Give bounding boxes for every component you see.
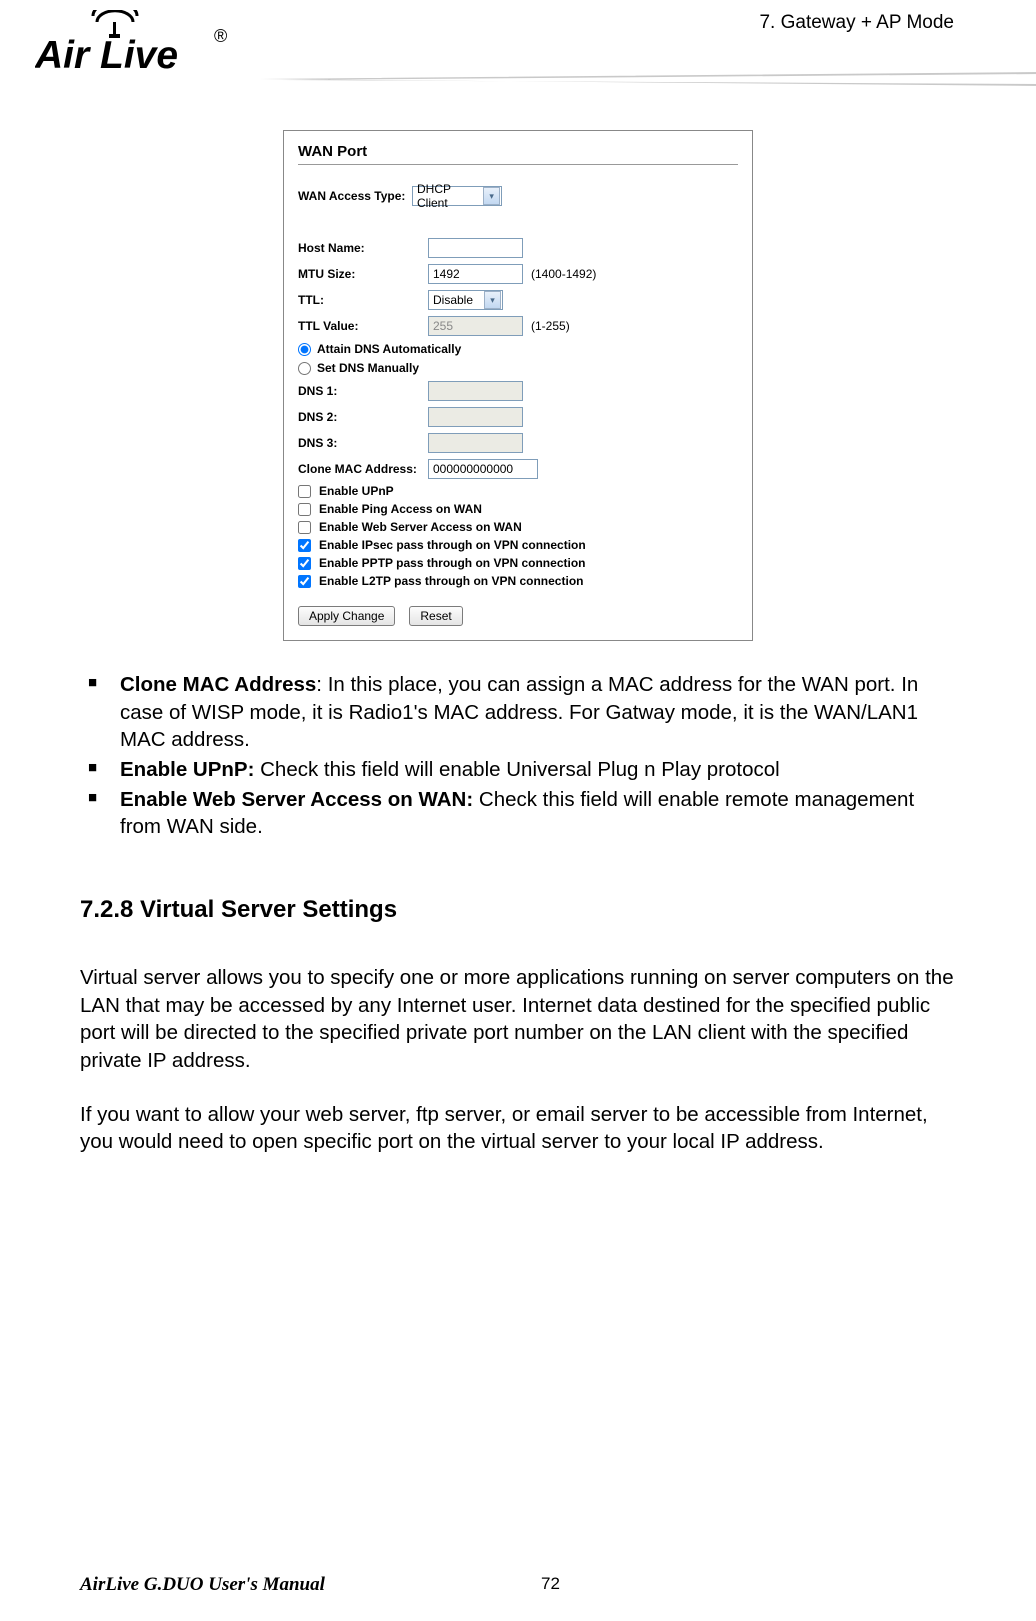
paragraph-1: Virtual server allows you to specify one…	[80, 964, 956, 1075]
reset-button[interactable]: Reset	[409, 606, 462, 626]
apply-change-button[interactable]: Apply Change	[298, 606, 395, 626]
mtu-input[interactable]	[428, 264, 523, 284]
panel-title: WAN Port	[298, 143, 738, 160]
bullet-item: Clone MAC Address: In this place, you ca…	[80, 671, 956, 754]
bullet-bold: Enable Web Server Access on WAN:	[120, 788, 473, 811]
dns-auto-label: Attain DNS Automatically	[317, 342, 461, 356]
check-4[interactable]	[298, 557, 311, 570]
mtu-label: MTU Size:	[298, 267, 428, 281]
chevron-down-icon: ▾	[484, 291, 501, 309]
paragraph-2: If you want to allow your web server, ft…	[80, 1101, 956, 1156]
wan-access-type-select[interactable]: DHCP Client ▾	[412, 186, 502, 206]
dns-auto-radio[interactable]	[298, 343, 311, 356]
check-1[interactable]	[298, 503, 311, 516]
ttl-value-range: (1-255)	[531, 319, 570, 333]
bullet-bold: Enable UPnP:	[120, 758, 254, 781]
check-label-0: Enable UPnP	[319, 484, 394, 498]
check-2[interactable]	[298, 521, 311, 534]
bullet-list: Clone MAC Address: In this place, you ca…	[80, 671, 956, 841]
check-5[interactable]	[298, 575, 311, 588]
wan-access-type-value: DHCP Client	[417, 182, 483, 210]
dns-manual-label: Set DNS Manually	[317, 361, 419, 375]
ttl-label: TTL:	[298, 293, 428, 307]
dns1-label: DNS 1:	[298, 384, 428, 398]
manual-title: AirLive G.DUO User's Manual	[80, 1574, 325, 1596]
check-label-1: Enable Ping Access on WAN	[319, 502, 482, 516]
check-label-3: Enable IPsec pass through on VPN connect…	[319, 538, 586, 552]
svg-text:Air Live: Air Live	[35, 34, 178, 77]
check-3[interactable]	[298, 539, 311, 552]
check-0[interactable]	[298, 485, 311, 498]
dns3-input[interactable]	[428, 433, 523, 453]
section-heading: 7.2.8 Virtual Server Settings	[80, 896, 956, 924]
page-header: Air Live ® 7. Gateway + AP Mode	[0, 0, 1036, 130]
page-number: 72	[541, 1574, 560, 1596]
ttl-select[interactable]: Disable ▾	[428, 290, 503, 310]
header-separator	[260, 72, 1036, 86]
ttl-value-input[interactable]	[428, 316, 523, 336]
ttl-value: Disable	[433, 293, 479, 307]
wan-access-type-label: WAN Access Type:	[298, 189, 412, 203]
chevron-down-icon: ▾	[483, 187, 500, 205]
dns2-label: DNS 2:	[298, 410, 428, 424]
clone-mac-label: Clone MAC Address:	[298, 462, 428, 476]
bullet-item: Enable UPnP: Check this field will enabl…	[80, 756, 956, 784]
dns2-input[interactable]	[428, 407, 523, 427]
svg-text:®: ®	[214, 26, 227, 46]
dns3-label: DNS 3:	[298, 436, 428, 450]
panel-divider	[298, 164, 738, 165]
check-label-4: Enable PPTP pass through on VPN connecti…	[319, 556, 585, 570]
bullet-item: Enable Web Server Access on WAN: Check t…	[80, 786, 956, 841]
ttl-value-label: TTL Value:	[298, 319, 428, 333]
host-name-input[interactable]	[428, 238, 523, 258]
bullet-bold: Clone MAC Address	[120, 673, 316, 696]
dns-manual-radio[interactable]	[298, 362, 311, 375]
bullet-text: Check this field will enable Universal P…	[254, 758, 779, 781]
airlive-logo: Air Live ®	[35, 10, 245, 86]
dns1-input[interactable]	[428, 381, 523, 401]
check-label-5: Enable L2TP pass through on VPN connecti…	[319, 574, 583, 588]
clone-mac-input[interactable]	[428, 459, 538, 479]
check-label-2: Enable Web Server Access on WAN	[319, 520, 522, 534]
page-footer: AirLive G.DUO User's Manual 72	[80, 1574, 956, 1596]
chapter-title: 7. Gateway + AP Mode	[759, 12, 954, 34]
host-name-label: Host Name:	[298, 241, 428, 255]
mtu-range: (1400-1492)	[531, 267, 596, 281]
wan-port-panel: WAN Port WAN Access Type: DHCP Client ▾ …	[283, 130, 753, 641]
